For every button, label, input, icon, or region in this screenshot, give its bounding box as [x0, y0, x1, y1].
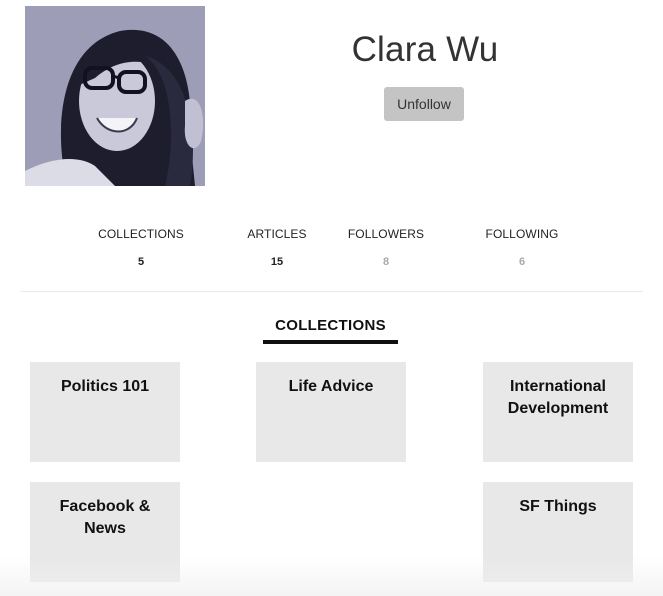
- stat-value: 5: [137, 256, 145, 268]
- collection-card[interactable]: Life Advice: [256, 362, 406, 462]
- profile-name: Clara Wu: [351, 30, 499, 69]
- collection-title: Politics 101: [60, 378, 150, 395]
- avatar: [25, 6, 205, 186]
- stat-label: FOLLOWING: [485, 227, 559, 241]
- collections-heading[interactable]: COLLECTIONS: [263, 317, 398, 334]
- active-tab-underline: [263, 340, 398, 344]
- collection-card[interactable]: International Development: [483, 362, 633, 462]
- stat-value: 6: [518, 256, 526, 268]
- unfollow-button[interactable]: Unfollow: [384, 87, 464, 121]
- stat-followers[interactable]: FOLLOWERS 8: [326, 227, 446, 268]
- collection-title: Life Advice: [288, 378, 374, 395]
- collection-card[interactable]: SF Things: [483, 482, 633, 582]
- divider: [20, 291, 643, 292]
- collection-title: SF Things: [519, 498, 597, 515]
- stat-articles[interactable]: ARTICLES 15: [217, 227, 337, 268]
- stat-label: COLLECTIONS: [98, 227, 184, 241]
- profile-page: Clara Wu Unfollow COLLECTIONS 5 ARTICLES…: [0, 0, 663, 596]
- stat-following[interactable]: FOLLOWING 6: [462, 227, 582, 268]
- collection-title: International Development: [507, 378, 609, 417]
- stat-collections[interactable]: COLLECTIONS 5: [81, 227, 201, 268]
- stat-label: ARTICLES: [247, 227, 307, 241]
- stat-value: 15: [270, 256, 284, 268]
- collection-title: Facebook & News: [59, 498, 151, 537]
- stat-label: FOLLOWERS: [347, 227, 425, 241]
- collection-card[interactable]: Politics 101: [30, 362, 180, 462]
- avatar-image: [25, 6, 205, 186]
- collection-card[interactable]: Facebook & News: [30, 482, 180, 582]
- stat-value: 8: [382, 256, 390, 268]
